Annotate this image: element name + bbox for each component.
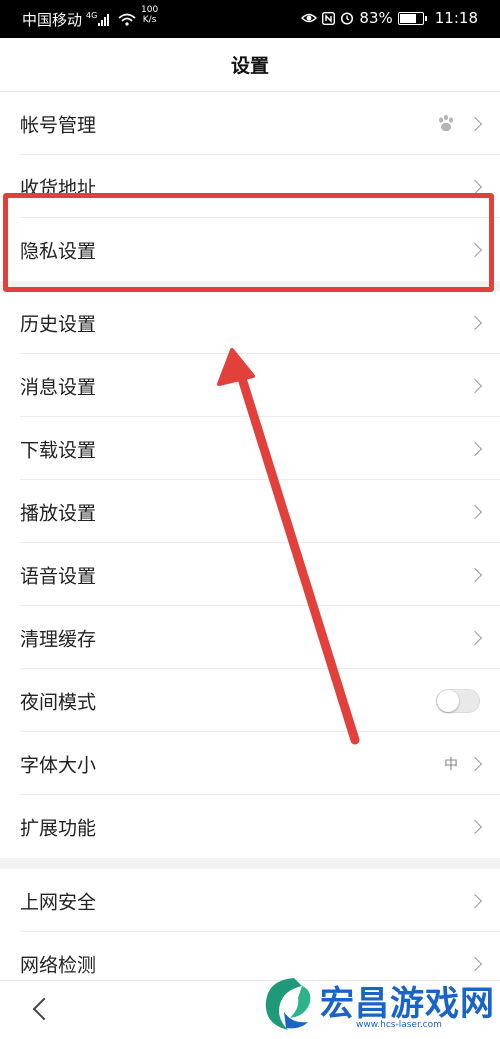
dragon-logo-icon: [265, 978, 311, 1030]
watermark-url: www.hcs-laser.com: [356, 1020, 442, 1030]
watermark: 宏昌游戏网 www.hcs-laser.com: [252, 968, 500, 1038]
watermark-title: 宏昌游戏网: [320, 984, 495, 1024]
annotation-arrow: [217, 348, 360, 745]
back-icon[interactable]: [32, 997, 56, 1021]
